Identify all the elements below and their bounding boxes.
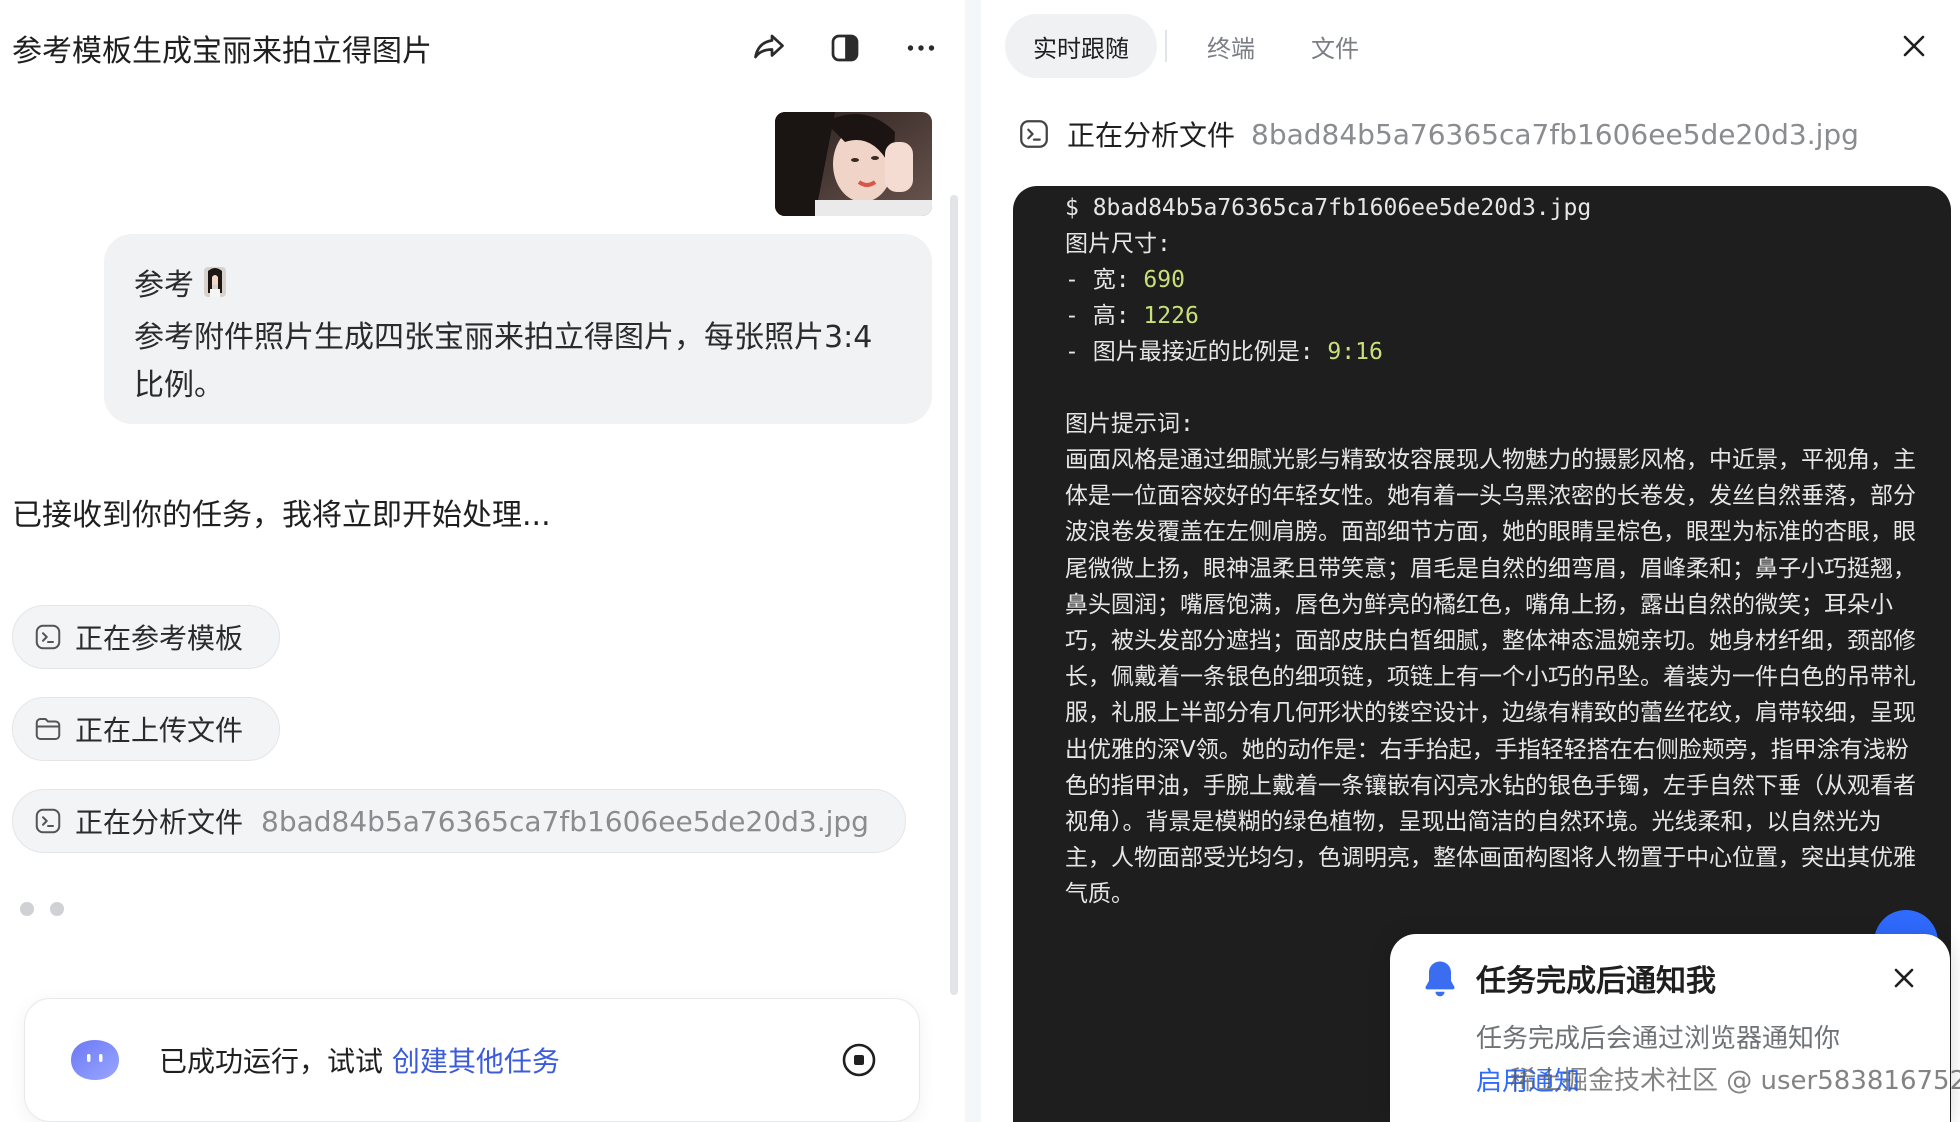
tab-terminal[interactable]: 终端 [1179, 14, 1283, 78]
step-analyze-file[interactable]: 正在分析文件 8bad84b5a76365ca7fb1606ee5de20d3.… [12, 789, 906, 853]
step-label: 正在上传文件 [75, 714, 244, 747]
height-label: - 高: [1065, 303, 1130, 329]
reference-thumbnail[interactable] [204, 267, 226, 297]
composer-status: 已成功运行，试试 创建其他任务 [159, 1040, 839, 1080]
width-value: 690 [1143, 267, 1185, 293]
size-label: 图片尺寸: [1065, 231, 1171, 257]
notification-header: 任务完成后通知我 [1418, 956, 1922, 1000]
share-button[interactable] [745, 24, 793, 72]
share-icon [754, 34, 784, 59]
stop-button[interactable] [839, 1040, 879, 1080]
portrait-image [775, 112, 932, 216]
typing-indicator [20, 902, 64, 916]
split-view-button[interactable] [821, 24, 869, 72]
reference-line: 参考 [134, 260, 902, 304]
width-label: - 宽: [1065, 267, 1130, 293]
typing-dot [50, 902, 64, 916]
prompt-label: 图片提示词: [1065, 411, 1194, 437]
height-value: 1226 [1143, 303, 1199, 329]
height-row: - 高: 1226 [1065, 298, 1925, 334]
terminal-icon [1017, 117, 1051, 151]
panel-tabs: 实时跟随 终端 文件 [1005, 14, 1387, 78]
typing-dot [20, 902, 34, 916]
prompt-text: 画面风格是通过细腻光影与精致妆容展现人物魅力的摄影风格，中近景，平视角，主体是一… [1065, 447, 1916, 908]
assistant-reply: 已接收到你的任务，我将立即开始处理... [12, 498, 551, 533]
chat-pane: 参考模板生成宝丽来拍立得图片 参考 参考附件照片生成四张宝丽来拍立得图片，每张照… [0, 0, 965, 1122]
composer-bar: 已成功运行，试试 创建其他任务 [24, 998, 920, 1122]
step-label: 正在参考模板 [75, 622, 244, 655]
close-panel-button[interactable] [1892, 24, 1936, 68]
ratio-value: 9:16 [1327, 339, 1383, 365]
attached-photo[interactable] [775, 112, 932, 216]
reference-label: 参考 [134, 268, 194, 303]
tab-files[interactable]: 文件 [1283, 14, 1387, 78]
terminal-icon [33, 806, 63, 836]
current-action: 正在分析文件 8bad84b5a76365ca7fb1606ee5de20d3.… [1017, 114, 1859, 154]
chat-header: 参考模板生成宝丽来拍立得图片 [12, 20, 945, 76]
ratio-row: - 图片最接近的比例是: 9:16 [1065, 334, 1925, 370]
action-filename: 8bad84b5a76365ca7fb1606ee5de20d3.jpg [1251, 117, 1859, 151]
create-task-link[interactable]: 创建其他任务 [392, 1045, 560, 1078]
composer-status-text: 已成功运行，试试 [159, 1045, 384, 1078]
more-icon [907, 45, 935, 51]
width-row: - 宽: 690 [1065, 262, 1925, 298]
tab-live-follow[interactable]: 实时跟随 [1005, 14, 1157, 78]
ratio-label: - 图片最接近的比例是: [1065, 339, 1314, 365]
page-title: 参考模板生成宝丽来拍立得图片 [12, 34, 432, 69]
user-message-bubble: 参考 参考附件照片生成四张宝丽来拍立得图片，每张照片3:4比例。 [104, 234, 932, 424]
step-label: 正在分析文件 [75, 806, 244, 839]
terminal-icon [33, 622, 63, 652]
action-label: 正在分析文件 [1067, 119, 1236, 152]
user-message-text: 参考附件照片生成四张宝丽来拍立得图片，每张照片3:4比例。 [134, 320, 873, 403]
bell-icon [1418, 956, 1462, 1000]
pane-divider[interactable] [965, 0, 981, 1122]
step-filename: 8bad84b5a76365ca7fb1606ee5de20d3.jpg [261, 804, 869, 838]
watermark-text: 稀土掘金技术社区 @ user5838167523996 [1510, 1066, 1960, 1096]
close-notification-button[interactable] [1886, 960, 1922, 996]
assistant-avatar-icon [71, 1040, 119, 1080]
step-reference-template[interactable]: 正在参考模板 [12, 605, 281, 669]
folder-icon [33, 714, 63, 744]
terminal-command: $ 8bad84b5a76365ca7fb1606ee5de20d3.jpg [1065, 195, 1592, 221]
notification-title: 任务完成后通知我 [1476, 964, 1716, 999]
chat-scrollbar[interactable] [950, 195, 958, 995]
more-button[interactable] [897, 24, 945, 72]
notification-body: 任务完成后会通过浏览器通知你 [1476, 1024, 1841, 1054]
tab-separator [1165, 30, 1167, 62]
split-view-icon [831, 34, 859, 62]
step-upload-file[interactable]: 正在上传文件 [12, 697, 281, 761]
